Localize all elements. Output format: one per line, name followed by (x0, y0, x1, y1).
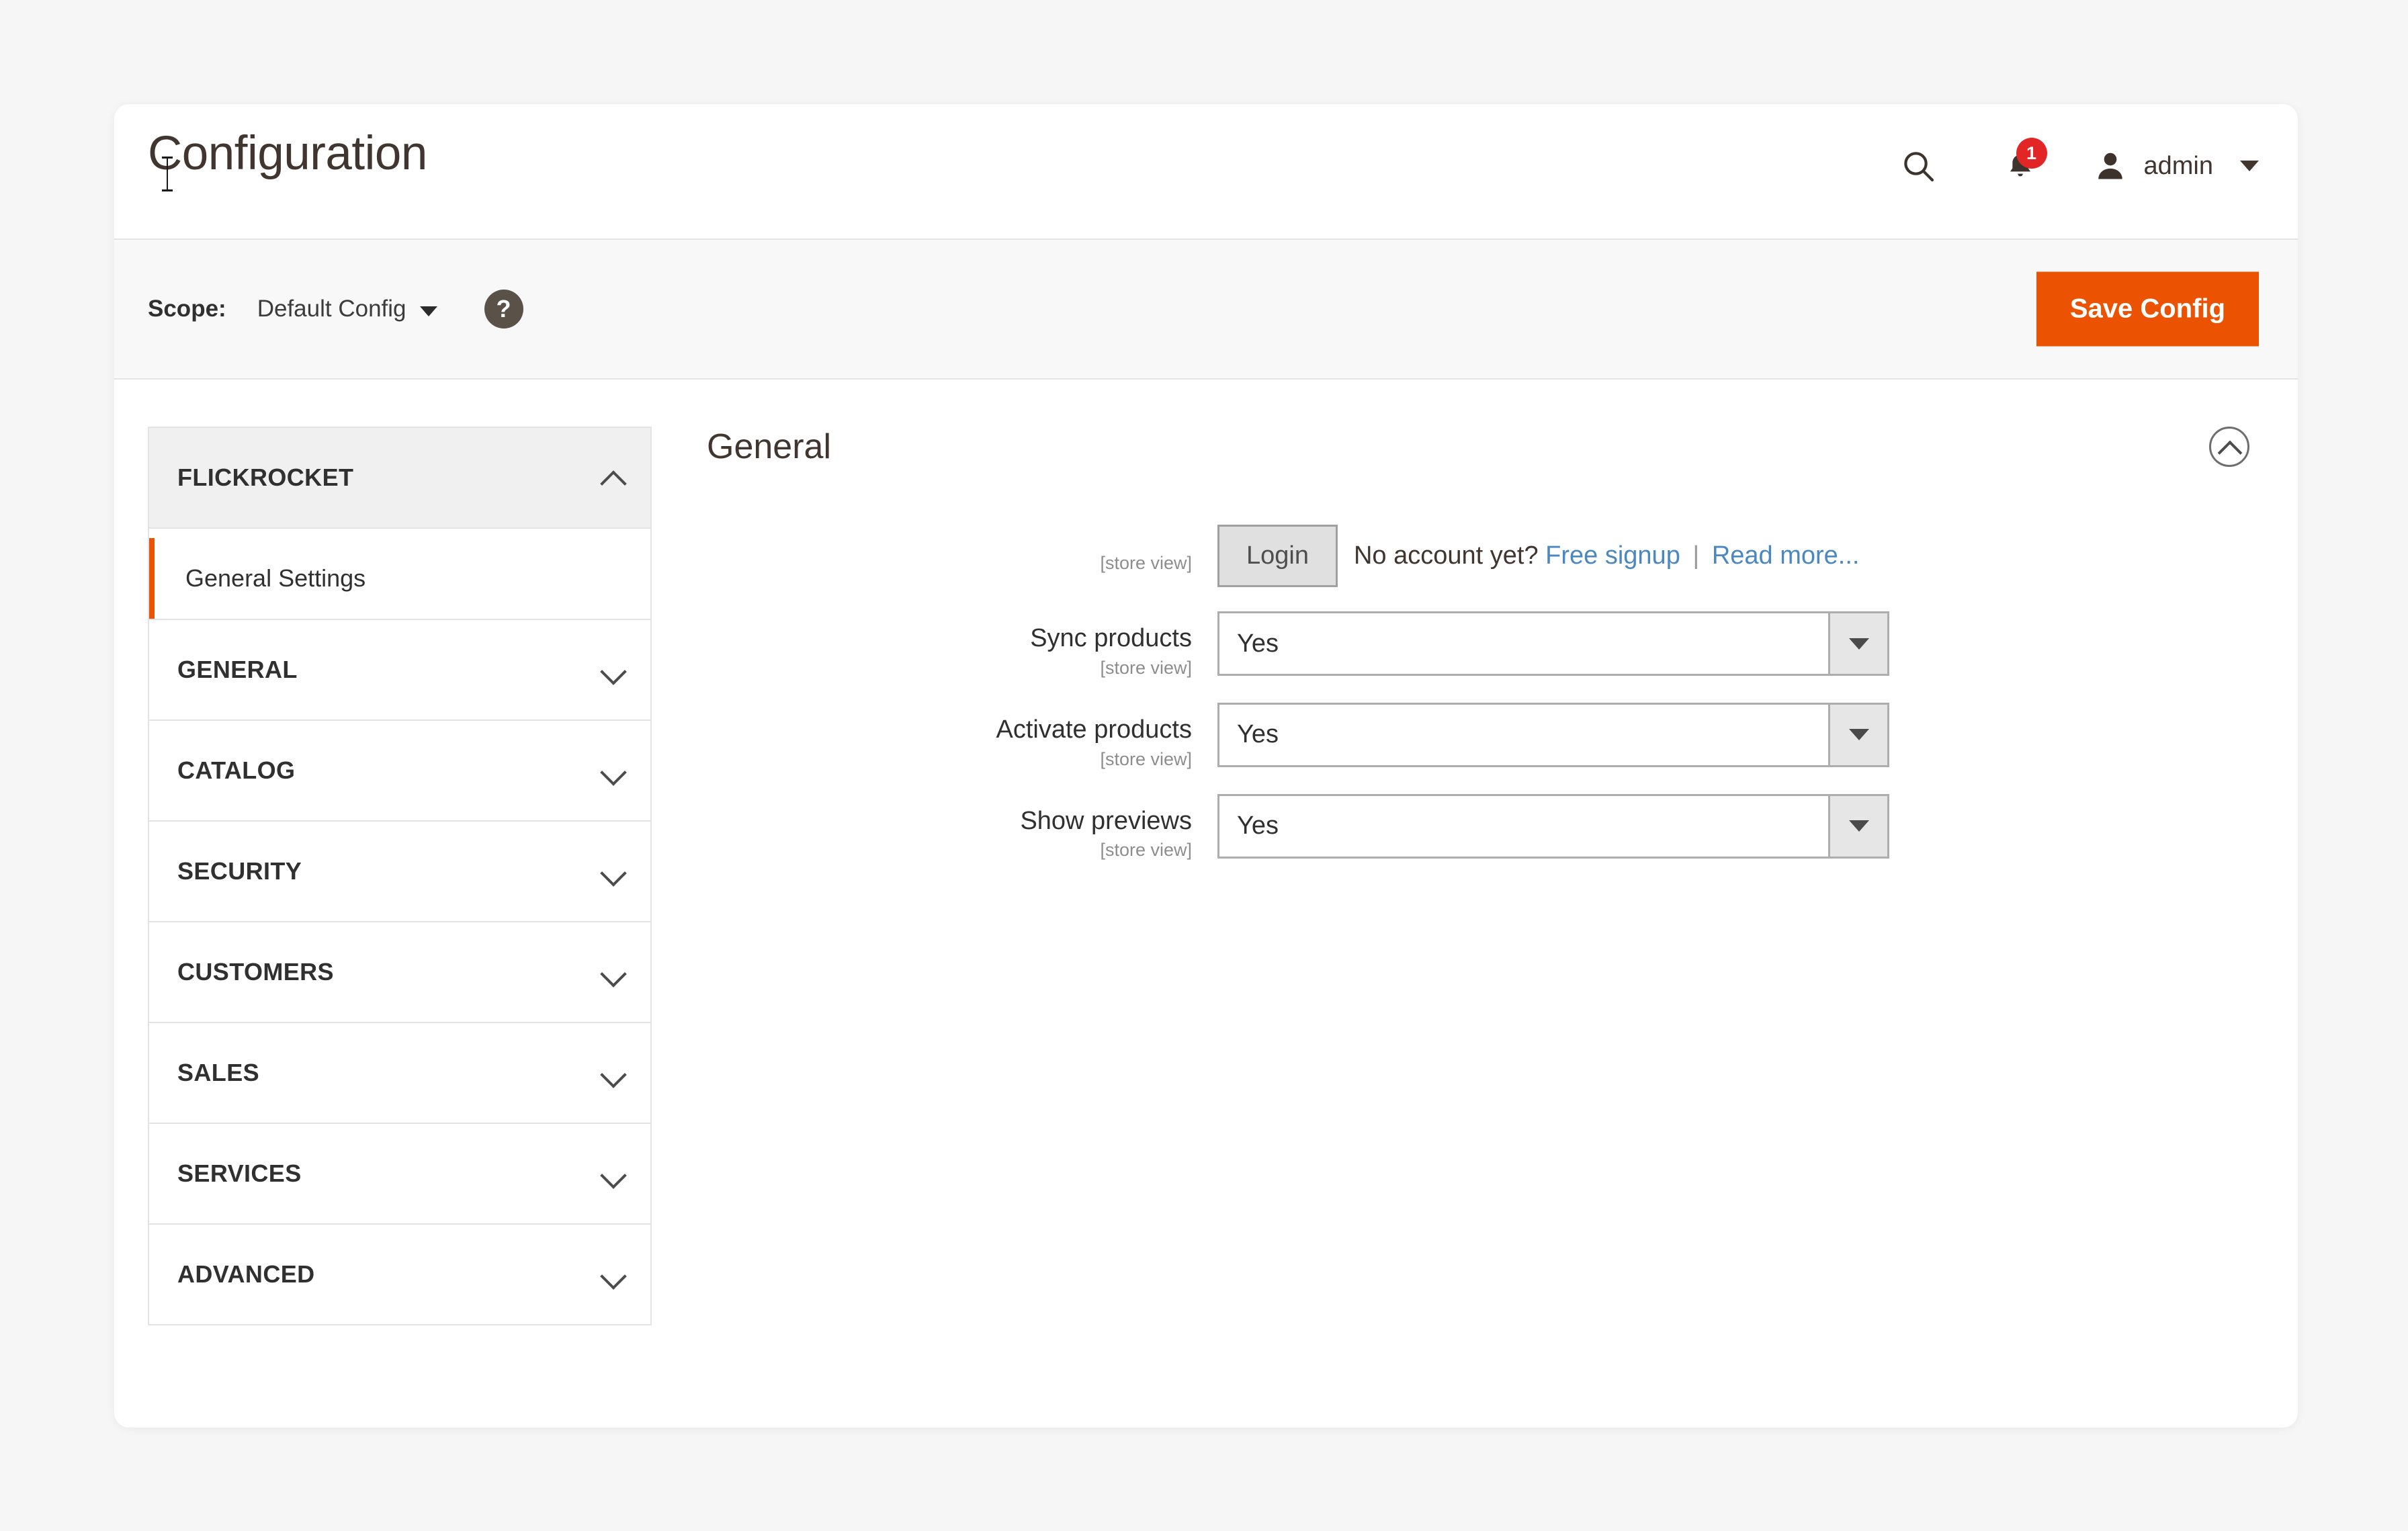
field-label-text: Show previews (1020, 806, 1192, 835)
text-cursor-icon (162, 157, 173, 191)
sidebar-section-services: SERVICES (148, 1123, 652, 1223)
sidebar-section-flickrocket: FLICKROCKET General Settings (148, 427, 652, 619)
chevron-down-icon (1828, 795, 1887, 857)
field-row-activate-products: Activate products [store view] Yes (707, 702, 2259, 770)
login-row-label: [store view] (707, 525, 1217, 574)
activate-products-select[interactable]: Yes (1217, 702, 1889, 767)
scope-hint: [store view] (1100, 840, 1192, 861)
sidebar-section-label: CATALOG (177, 756, 296, 784)
help-icon[interactable]: ? (484, 290, 523, 329)
sidebar-section-header-customers[interactable]: CUSTOMERS (149, 922, 650, 1022)
login-row-field: Login No account yet? Free signup | Read… (1217, 525, 1859, 587)
scope-label: Scope: (148, 296, 226, 322)
chevron-down-icon (602, 961, 625, 983)
field-label-sync-products: Sync products [store view] (707, 611, 1217, 679)
chevron-up-icon (602, 466, 625, 489)
free-signup-link[interactable]: Free signup (1545, 541, 1680, 570)
sidebar-section-label: SECURITY (177, 857, 302, 885)
sidebar-section-security: SECURITY (148, 820, 652, 921)
chevron-down-icon (602, 1162, 625, 1185)
chevron-down-icon (602, 759, 625, 782)
scope-select[interactable]: Default Config (257, 296, 437, 322)
header-tools: 1 admin (1890, 138, 2259, 194)
user-name-label: admin (2143, 151, 2214, 180)
login-note: No account yet? Free signup | Read more.… (1354, 541, 1860, 570)
sidebar-section-header-general[interactable]: GENERAL (149, 620, 650, 719)
login-note-text: No account yet? (1353, 541, 1539, 570)
user-menu-button[interactable]: admin (2093, 148, 2259, 183)
login-row: [store view] Login No account yet? Free … (707, 525, 2259, 587)
card-body: FLICKROCKET General Settings GENERAL CAT… (114, 380, 2298, 1325)
field-control-activate-products: Yes (1217, 702, 1889, 767)
page-header: Configuration 1 admin (114, 104, 2298, 238)
sidebar-section-sales: SALES (148, 1022, 652, 1123)
chevron-down-icon (419, 306, 437, 316)
notifications-button[interactable]: 1 (1992, 138, 2049, 194)
configuration-card: Configuration 1 admin Scope: Default Con… (114, 104, 2298, 1428)
select-value: Yes (1237, 629, 1279, 658)
sidebar-section-header-flickrocket[interactable]: FLICKROCKET (149, 428, 650, 527)
save-config-button[interactable]: Save Config (2036, 271, 2259, 347)
app-page: Configuration 1 admin Scope: Default Con… (0, 0, 2408, 1531)
field-control-sync-products: Yes (1217, 611, 1889, 676)
field-control-show-previews: Yes (1217, 793, 1889, 859)
config-content: General [store view] Login No account ye… (652, 427, 2259, 885)
sidebar-section-header-sales[interactable]: SALES (149, 1023, 650, 1123)
scope-hint: [store view] (1100, 657, 1192, 678)
show-previews-select[interactable]: Yes (1217, 793, 1889, 859)
field-label-text: Sync products (1030, 624, 1192, 652)
field-row-sync-products: Sync products [store view] Yes (707, 611, 2259, 679)
config-sidebar: FLICKROCKET General Settings GENERAL CAT… (148, 427, 652, 1325)
sidebar-section-general: GENERAL (148, 619, 652, 719)
sidebar-section-label: SERVICES (177, 1160, 302, 1187)
sidebar-section-header-catalog[interactable]: CATALOG (149, 721, 650, 820)
page-title-text: Configuration (148, 127, 427, 180)
chevron-down-icon (1828, 704, 1887, 765)
sidebar-item-label: General Settings (185, 564, 366, 592)
content-header: General (707, 427, 2259, 467)
scope-hint: [store view] (1100, 553, 1192, 573)
chevron-up-circle-icon[interactable] (2209, 427, 2249, 467)
user-avatar-icon (2098, 152, 2122, 179)
sync-products-select[interactable]: Yes (1217, 611, 1889, 676)
sidebar-item-general-settings[interactable]: General Settings (149, 538, 650, 619)
sidebar-section-customers: CUSTOMERS (148, 921, 652, 1022)
help-icon-glyph: ? (496, 295, 511, 322)
section-title: General (707, 427, 831, 466)
field-row-show-previews: Show previews [store view] Yes (707, 793, 2259, 861)
sidebar-subitems-flickrocket: General Settings (149, 527, 650, 619)
search-icon[interactable] (1890, 138, 1946, 194)
sidebar-section-label: FLICKROCKET (177, 464, 354, 491)
sidebar-section-catalog: CATALOG (148, 719, 652, 820)
sidebar-section-label: SALES (177, 1059, 260, 1086)
sidebar-section-label: GENERAL (177, 656, 298, 683)
page-title: Configuration (148, 127, 427, 191)
sidebar-section-header-services[interactable]: SERVICES (149, 1124, 650, 1223)
link-separator: | (1692, 541, 1700, 570)
chevron-down-icon (602, 658, 625, 681)
chevron-down-icon (602, 1061, 625, 1084)
sidebar-section-advanced: ADVANCED (148, 1223, 652, 1325)
sidebar-section-label: CUSTOMERS (177, 958, 334, 986)
field-label-show-previews: Show previews [store view] (707, 794, 1217, 861)
select-value: Yes (1237, 812, 1279, 840)
sidebar-section-label: ADVANCED (177, 1260, 315, 1288)
scope-bar: Scope: Default Config ? Save Config (114, 238, 2298, 380)
scope-select-value: Default Config (257, 296, 406, 322)
chevron-down-icon (602, 860, 625, 883)
select-value: Yes (1237, 720, 1279, 749)
sidebar-section-header-security[interactable]: SECURITY (149, 822, 650, 921)
sidebar-section-header-advanced[interactable]: ADVANCED (149, 1225, 650, 1324)
chevron-down-icon (602, 1263, 625, 1286)
login-button[interactable]: Login (1217, 525, 1338, 587)
field-label-activate-products: Activate products [store view] (707, 703, 1217, 770)
chevron-down-icon (2240, 161, 2259, 171)
read-more-link[interactable]: Read more... (1712, 541, 1860, 570)
field-label-text: Activate products (996, 715, 1192, 744)
notification-count-badge: 1 (2016, 138, 2047, 169)
scope-hint: [store view] (1100, 748, 1192, 769)
chevron-down-icon (1828, 613, 1887, 674)
